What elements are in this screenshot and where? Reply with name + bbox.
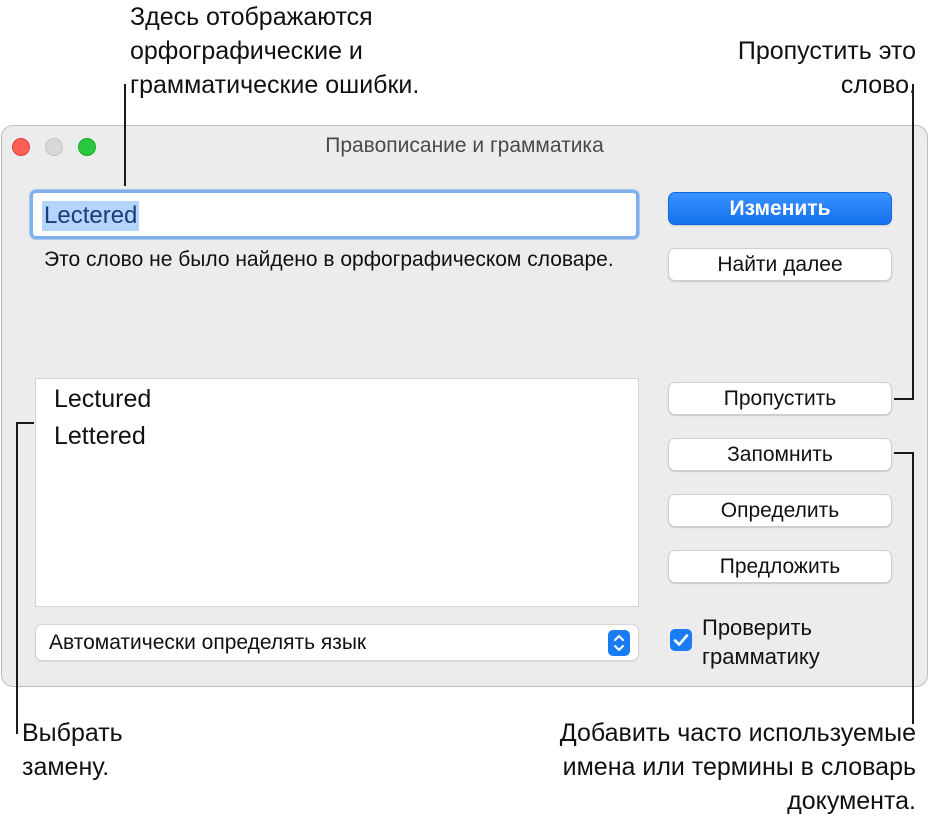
change-button[interactable]: Изменить — [668, 192, 892, 225]
leader-line — [16, 422, 34, 424]
help-illustration: Здесь отображаются орфографические и гра… — [0, 0, 931, 827]
check-grammar-label[interactable]: Проверить грамматику — [702, 613, 820, 671]
callout-line: замену. — [22, 753, 110, 781]
language-select-value: Автоматически определять язык — [49, 631, 367, 654]
callout-ignore-word: Пропустить это слово. — [738, 34, 916, 102]
leader-line — [124, 84, 126, 186]
misspelled-word-selection: Lectered — [42, 201, 140, 231]
suggestion-item[interactable]: Lettered — [54, 418, 146, 454]
learn-button[interactable]: Запомнить — [668, 438, 892, 471]
select-stepper-icon — [608, 630, 630, 656]
callout-line: имена или термины в словарь — [562, 753, 916, 781]
leader-line — [894, 398, 914, 400]
check-grammar-label-line: грамматику — [702, 644, 820, 669]
misspelled-word-field[interactable]: Lectered — [30, 190, 639, 239]
callout-line: документа. — [787, 787, 916, 815]
spelling-grammar-window: Правописание и грамматика Lectered Это с… — [1, 125, 928, 687]
leader-line — [912, 84, 914, 400]
callout-line: слово. — [840, 71, 916, 99]
callout-line: Пропустить это — [737, 37, 916, 65]
callout-line: грамматические ошибки. — [130, 71, 420, 99]
suggestion-item[interactable]: Lectured — [54, 381, 151, 417]
callout-add-to-dictionary: Добавить часто используемые имена или те… — [560, 716, 916, 818]
leader-line — [16, 422, 18, 734]
leader-line — [912, 452, 914, 724]
find-next-button[interactable]: Найти далее — [668, 248, 892, 281]
define-button[interactable]: Определить — [668, 494, 892, 527]
language-select[interactable]: Автоматически определять язык — [35, 624, 639, 661]
callout-errors-shown: Здесь отображаются орфографические и гра… — [130, 0, 419, 102]
callout-choose-replacement: Выбрать замену. — [22, 716, 123, 784]
guess-button[interactable]: Предложить — [668, 550, 892, 583]
callout-line: Добавить часто используемые — [559, 719, 916, 747]
title-bar: Правописание и грамматика — [2, 126, 927, 168]
check-grammar-label-line: Проверить — [702, 615, 813, 640]
ignore-button[interactable]: Пропустить — [668, 382, 892, 415]
check-grammar-checkbox[interactable] — [670, 629, 692, 651]
callout-line: орфографические и — [130, 37, 363, 65]
leader-line — [894, 452, 914, 454]
window-title: Правописание и грамматика — [325, 134, 604, 157]
callout-line: Здесь отображаются — [130, 3, 373, 31]
callout-line: Выбрать — [22, 719, 123, 747]
suggestions-list[interactable]: Lectured Lettered — [35, 378, 639, 607]
spelling-message: Это слово не было найдено в орфографичес… — [44, 248, 614, 271]
checkmark-icon — [673, 634, 689, 646]
